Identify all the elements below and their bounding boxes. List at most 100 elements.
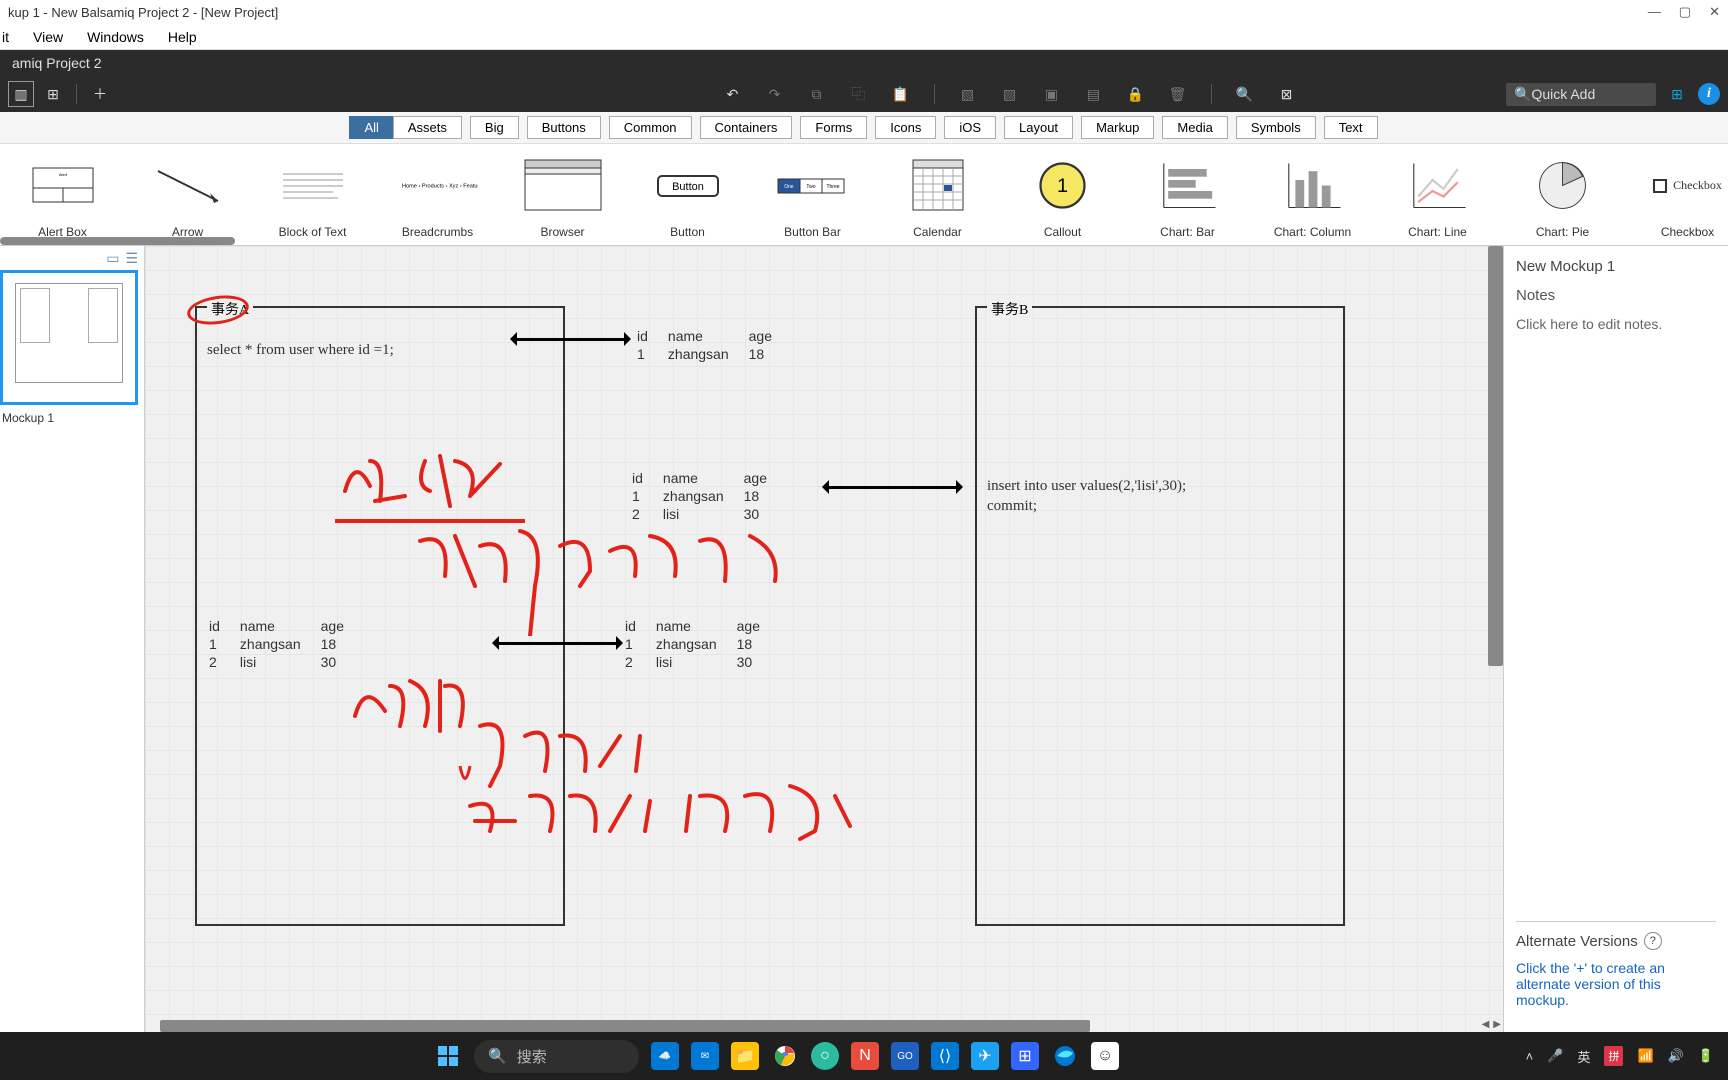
canvas-scrollbar-horizontal[interactable] <box>160 1020 1090 1032</box>
tray-volume-icon[interactable]: 🔊 <box>1668 1048 1684 1064</box>
scroll-right-icon[interactable]: ▶ <box>1491 1017 1503 1032</box>
scroll-left-icon[interactable]: ◀ <box>1480 1017 1492 1032</box>
comp-chart-bar[interactable]: Chart: Bar <box>1125 144 1250 245</box>
back-icon[interactable]: ▤ <box>1081 81 1107 107</box>
tray-mic-icon[interactable]: 🎤 <box>1547 1048 1563 1064</box>
taskbar-app-4[interactable]: ✈ <box>971 1042 999 1070</box>
redo-icon[interactable]: ↷ <box>762 81 788 107</box>
sql-a[interactable]: select * from user where id =1; <box>207 342 394 359</box>
taskbar-app-edge[interactable] <box>1051 1042 1079 1070</box>
view-list-icon[interactable]: ☰ <box>125 250 138 267</box>
cat-tab-layout[interactable]: Layout <box>1004 116 1073 139</box>
ungroup-icon[interactable]: ▨ <box>997 81 1023 107</box>
front-icon[interactable]: ▣ <box>1039 81 1065 107</box>
comp-chart-pie[interactable]: Chart: Pie <box>1500 144 1625 245</box>
comp-breadcrumbs[interactable]: Home › Products › Xyz › Features Breadcr… <box>375 144 500 245</box>
toolbar-add-icon[interactable]: ＋ <box>87 81 113 107</box>
copy-icon[interactable]: ⿻ <box>846 81 872 107</box>
tray-chevron-icon[interactable]: ˄ <box>1526 1049 1534 1064</box>
taskbar-app-1[interactable]: ○ <box>811 1042 839 1070</box>
toggle-panel-icon[interactable]: ⊞ <box>1664 81 1690 107</box>
cat-tab-ios[interactable]: iOS <box>944 116 996 139</box>
cat-tab-icons[interactable]: Icons <box>875 116 936 139</box>
hide-icon[interactable]: ⊠ <box>1274 81 1300 107</box>
info-icon[interactable]: i <box>1698 83 1720 105</box>
taskbar-app-balsamiq[interactable]: ☺ <box>1091 1042 1119 1070</box>
maximize-button[interactable]: ▢ <box>1679 4 1691 20</box>
duplicate-icon[interactable]: ⧉ <box>804 81 830 107</box>
cat-tab-containers[interactable]: Containers <box>700 116 793 139</box>
sql-b1[interactable]: insert into user values(2,'lisi',30); <box>987 478 1186 495</box>
taskbar-search[interactable]: 🔍 搜索 <box>474 1040 639 1073</box>
menu-windows[interactable]: Windows <box>75 27 156 47</box>
comp-callout[interactable]: 1 Callout <box>1000 144 1125 245</box>
taskbar-app-vscode[interactable]: ⟨⟩ <box>931 1042 959 1070</box>
taskbar-app-5[interactable]: ⊞ <box>1011 1042 1039 1070</box>
cat-tab-common[interactable]: Common <box>609 116 692 139</box>
paste-icon[interactable]: 📋 <box>888 81 914 107</box>
cat-tab-buttons[interactable]: Buttons <box>527 116 601 139</box>
cat-tab-big[interactable]: Big <box>470 116 519 139</box>
search-icon[interactable]: 🔍 <box>1232 81 1258 107</box>
taskbar-app-explorer[interactable]: 📁 <box>731 1042 759 1070</box>
cat-tab-markup[interactable]: Markup <box>1081 116 1154 139</box>
comp-checkbox[interactable]: Checkbox Checkbox <box>1625 144 1728 245</box>
comp-button-bar[interactable]: OneTwoThree Button Bar <box>750 144 875 245</box>
notes-field[interactable]: Click here to edit notes. <box>1516 316 1716 332</box>
tray-wifi-icon[interactable]: 📶 <box>1637 1048 1653 1064</box>
delete-icon[interactable]: 🗑 <box>1165 81 1191 107</box>
group-icon[interactable]: ▧ <box>955 81 981 107</box>
mockup-thumbnail[interactable] <box>0 270 138 405</box>
toolbar-grid-icon[interactable]: ▥ <box>8 81 34 107</box>
lock-icon[interactable]: 🔒 <box>1123 81 1149 107</box>
table-2[interactable]: idnameage 1zhangsan18 2lisi30 <box>630 468 787 524</box>
tray-battery-icon[interactable]: 🔋 <box>1698 1048 1714 1064</box>
menu-edit[interactable]: it <box>0 27 21 47</box>
minimize-button[interactable]: — <box>1648 4 1661 20</box>
comp-browser[interactable]: Browser <box>500 144 625 245</box>
arrow-3[interactable] <box>495 642 620 645</box>
comp-arrow[interactable]: Arrow <box>125 144 250 245</box>
start-button[interactable] <box>434 1042 462 1070</box>
cat-tab-media[interactable]: Media <box>1162 116 1227 139</box>
table-4[interactable]: idnameage 1zhangsan18 2lisi30 <box>623 616 780 672</box>
cat-tab-assets[interactable]: Assets <box>393 116 462 139</box>
menu-view[interactable]: View <box>21 27 75 47</box>
menu-help[interactable]: Help <box>156 27 209 47</box>
project-tab[interactable]: amiq Project 2 <box>0 52 113 74</box>
help-icon[interactable]: ? <box>1644 932 1662 950</box>
mockup-name[interactable]: Mockup 1 <box>0 407 144 429</box>
close-button[interactable]: ✕ <box>1709 4 1720 20</box>
taskbar-app-mail[interactable]: ✉ <box>691 1042 719 1070</box>
sql-b2[interactable]: commit; <box>987 498 1037 515</box>
comp-chart-column[interactable]: Chart: Column <box>1250 144 1375 245</box>
comp-alert-box[interactable]: Alert Alert Box <box>0 144 125 245</box>
taskbar-app-chrome[interactable] <box>771 1042 799 1070</box>
comp-chart-line[interactable]: Chart: Line <box>1375 144 1500 245</box>
comp-calendar[interactable]: Calendar <box>875 144 1000 245</box>
quick-add-search[interactable]: 🔍 Quick Add <box>1506 83 1656 106</box>
taskbar-app-weather[interactable]: ☁️ <box>651 1042 679 1070</box>
arrow-2[interactable] <box>825 486 960 489</box>
canvas-scrollbar-vertical[interactable] <box>1488 246 1503 666</box>
table-3[interactable]: idnameage 1zhangsan18 2lisi30 <box>207 616 364 672</box>
undo-icon[interactable]: ↶ <box>720 81 746 107</box>
canvas[interactable]: 事务A select * from user where id =1; idna… <box>145 246 1503 1032</box>
toolbar-tiles-icon[interactable]: ⊞ <box>40 81 66 107</box>
cat-tab-text[interactable]: Text <box>1324 116 1378 139</box>
taskbar-app-3[interactable]: GO <box>891 1042 919 1070</box>
arrow-1[interactable] <box>513 338 628 341</box>
toolbar-left: ▥ ⊞ ＋ <box>8 81 113 107</box>
comp-block-of-text[interactable]: Block of Text <box>250 144 375 245</box>
tray-ime-2[interactable]: 拼 <box>1604 1046 1623 1066</box>
table-1[interactable]: idnameage 1zhangsan18 <box>635 326 792 364</box>
library-scrollbar[interactable] <box>0 237 235 245</box>
cat-tab-forms[interactable]: Forms <box>800 116 867 139</box>
view-grid-icon[interactable]: ▭ <box>106 250 119 267</box>
group-box-b[interactable]: 事务B <box>975 306 1345 926</box>
cat-tab-symbols[interactable]: Symbols <box>1236 116 1316 139</box>
comp-button[interactable]: Button Button <box>625 144 750 245</box>
tray-ime-1[interactable]: 英 <box>1577 1047 1590 1066</box>
taskbar-app-2[interactable]: N <box>851 1042 879 1070</box>
cat-tab-all[interactable]: All <box>349 116 393 139</box>
